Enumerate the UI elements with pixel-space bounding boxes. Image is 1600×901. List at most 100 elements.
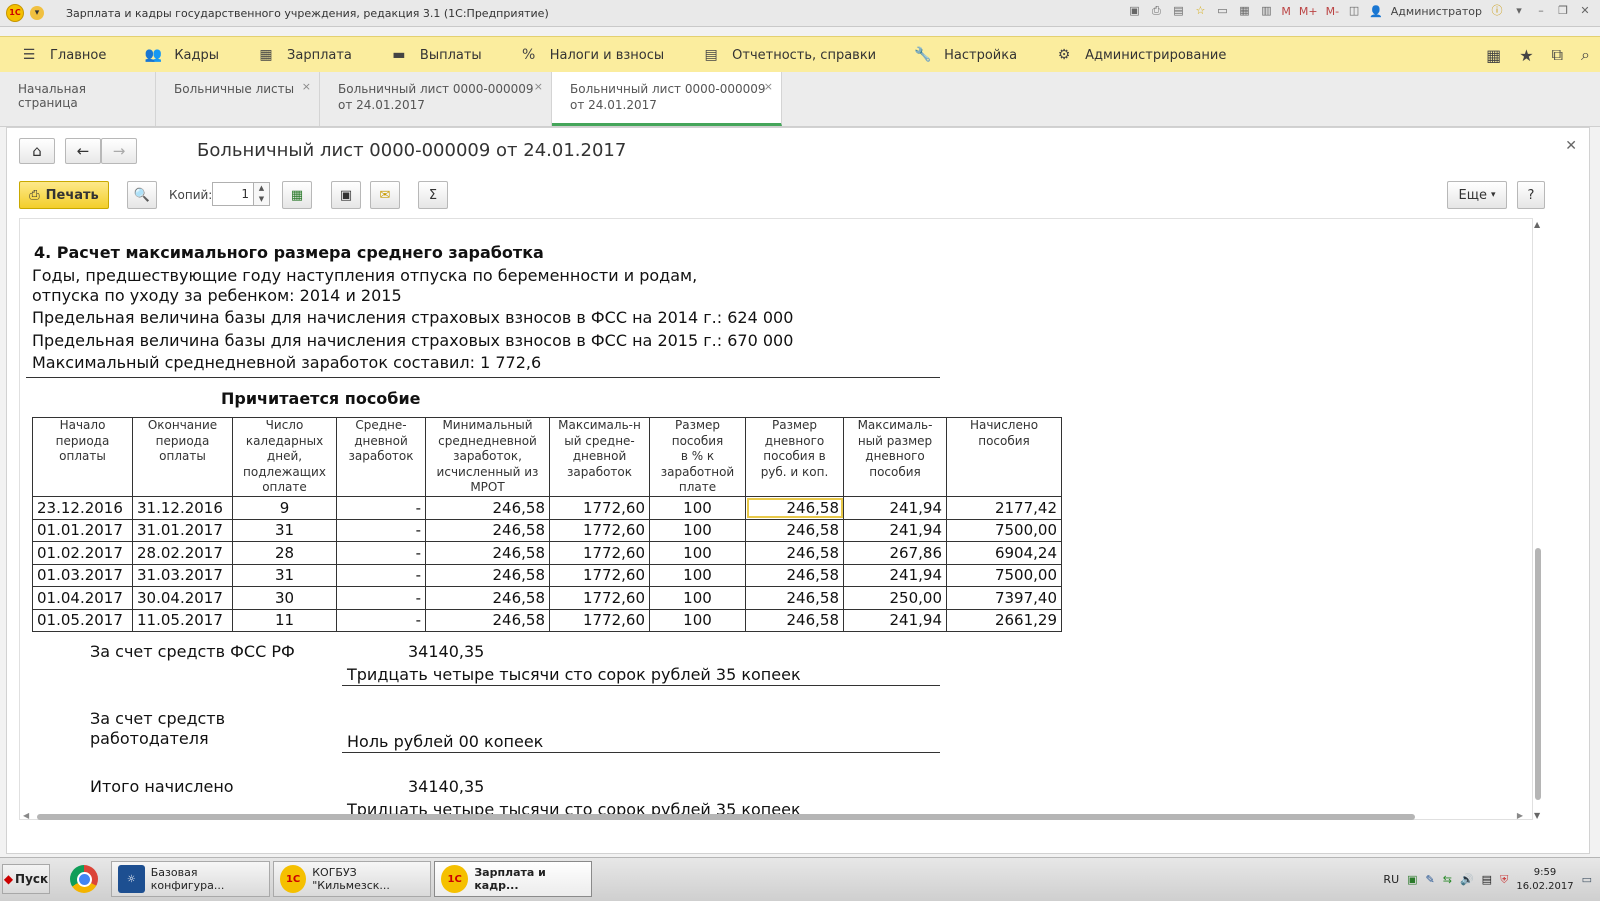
section-reports[interactable]: ▤ Отчетность, справки: [692, 37, 886, 73]
memory-mplus-button[interactable]: M+: [1299, 5, 1318, 18]
preview-button[interactable]: 🔍: [127, 181, 157, 209]
preview-icon[interactable]: ▤: [1171, 4, 1185, 18]
cell-period-start[interactable]: 01.03.2017: [32, 563, 133, 587]
tab-close-icon[interactable]: ×: [534, 80, 543, 93]
help-button[interactable]: ?: [1517, 181, 1545, 209]
tray-edit-icon[interactable]: ✎: [1426, 873, 1435, 886]
cell-max-daily[interactable]: 1772,60: [549, 586, 650, 610]
vertical-scrollbar[interactable]: ▲ ▼: [1532, 220, 1544, 820]
tray-security-icon[interactable]: ⛨: [1500, 873, 1508, 887]
restore-icon[interactable]: ❐: [1556, 4, 1570, 18]
sum-button[interactable]: Σ: [418, 181, 448, 209]
search-icon[interactable]: ⌕: [1581, 45, 1590, 65]
cell-min-daily[interactable]: 246,58: [425, 496, 550, 520]
cell-period-end[interactable]: 31.01.2017: [132, 518, 233, 542]
history-icon[interactable]: ⧉: [1552, 45, 1563, 65]
cell-avg-daily[interactable]: -: [336, 608, 426, 632]
scroll-left-icon[interactable]: ◀: [23, 811, 29, 820]
language-indicator[interactable]: RU: [1383, 873, 1399, 886]
minimize-icon[interactable]: –: [1534, 4, 1548, 18]
cell-days[interactable]: 30: [232, 586, 337, 610]
spreadsheet-document[interactable]: 4. Расчет максимального размера среднего…: [19, 218, 1533, 820]
cell-avg-daily[interactable]: -: [336, 563, 426, 587]
taskbar-item-base-config[interactable]: ☼ Базовая конфигура...: [111, 861, 270, 897]
cell-percent[interactable]: 100: [649, 518, 746, 542]
forward-button[interactable]: →: [101, 138, 137, 164]
main-menu-dropdown-icon[interactable]: ▾: [30, 6, 44, 20]
start-button[interactable]: ◆ Пуск: [2, 864, 50, 894]
info-icon[interactable]: ⓘ: [1490, 4, 1504, 18]
taskbar-item-kogbuz[interactable]: 1C КОГБУЗ "Кильмезск...: [273, 861, 431, 897]
cell-period-start[interactable]: 01.05.2017: [32, 608, 133, 632]
more-button[interactable]: Еще ▾: [1447, 181, 1507, 209]
cell-max-benefit[interactable]: 241,94: [843, 496, 947, 520]
save-button[interactable]: ▣: [331, 181, 361, 209]
cell-avg-daily[interactable]: -: [336, 496, 426, 520]
chevron-down-icon[interactable]: ▾: [1512, 4, 1526, 18]
cell-daily-benefit[interactable]: 246,58: [745, 586, 844, 610]
scroll-up-icon[interactable]: ▲: [1534, 220, 1540, 229]
1c-logo-icon[interactable]: 1C: [6, 4, 24, 22]
cell-max-daily[interactable]: 1772,60: [549, 608, 650, 632]
home-button[interactable]: ⌂: [19, 138, 55, 164]
tab-close-icon[interactable]: ×: [764, 80, 773, 93]
panels-icon[interactable]: ◫: [1347, 4, 1361, 18]
cell-days[interactable]: 31: [232, 518, 337, 542]
cell-period-start[interactable]: 01.02.2017: [32, 541, 133, 565]
scroll-right-icon[interactable]: ▶: [1517, 811, 1523, 820]
cell-percent[interactable]: 100: [649, 541, 746, 565]
cell-percent[interactable]: 100: [649, 563, 746, 587]
calculator-icon[interactable]: ▦: [1237, 4, 1251, 18]
tab-sick-leave-print[interactable]: Больничный лист 0000-000009 от 24.01.201…: [552, 72, 782, 126]
cell-accrued[interactable]: 2177,42: [946, 496, 1062, 520]
cell-period-start[interactable]: 01.04.2017: [32, 586, 133, 610]
cell-percent[interactable]: 100: [649, 586, 746, 610]
cell-min-daily[interactable]: 246,58: [425, 608, 550, 632]
favorites-star-icon[interactable]: ★: [1519, 46, 1533, 65]
cell-daily-benefit[interactable]: 246,58: [745, 541, 844, 565]
cell-period-end[interactable]: 28.02.2017: [132, 541, 233, 565]
section-main[interactable]: ☰ Главное: [10, 37, 116, 73]
cell-max-daily[interactable]: 1772,60: [549, 496, 650, 520]
cell-max-benefit[interactable]: 241,94: [843, 608, 947, 632]
cell-daily-benefit[interactable]: 246,58: [745, 563, 844, 587]
memory-m-button[interactable]: M: [1281, 5, 1291, 18]
cell-avg-daily[interactable]: -: [336, 586, 426, 610]
memory-mminus-button[interactable]: M-: [1326, 5, 1339, 18]
cell-max-daily[interactable]: 1772,60: [549, 518, 650, 542]
cell-avg-daily[interactable]: -: [336, 518, 426, 542]
tray-device-icon[interactable]: ▤: [1482, 873, 1492, 886]
cell-max-benefit[interactable]: 267,86: [843, 541, 947, 565]
taskbar-item-salary[interactable]: 1C Зарплата и кадр...: [434, 861, 592, 897]
close-icon[interactable]: ✕: [1578, 4, 1592, 18]
cell-max-benefit[interactable]: 250,00: [843, 586, 947, 610]
cell-min-daily[interactable]: 246,58: [425, 586, 550, 610]
back-button[interactable]: ←: [65, 138, 101, 164]
cell-min-daily[interactable]: 246,58: [425, 541, 550, 565]
cell-max-benefit[interactable]: 241,94: [843, 518, 947, 542]
cell-daily-benefit[interactable]: 246,58: [745, 518, 844, 542]
tab-sick-leaves[interactable]: Больничные листы ×: [156, 72, 320, 126]
cell-accrued[interactable]: 7500,00: [946, 563, 1062, 587]
copies-input[interactable]: 1: [212, 182, 254, 206]
print-button[interactable]: ⎙ Печать: [19, 181, 109, 209]
cell-avg-daily[interactable]: -: [336, 541, 426, 565]
show-desktop-icon[interactable]: ▭: [1582, 873, 1592, 886]
cell-accrued[interactable]: 7397,40: [946, 586, 1062, 610]
horizontal-scroll-thumb[interactable]: [37, 814, 1415, 820]
cell-max-benefit[interactable]: 241,94: [843, 563, 947, 587]
section-taxes[interactable]: % Налоги и взносы: [510, 37, 674, 73]
cell-accrued[interactable]: 6904,24: [946, 541, 1062, 565]
calendar-icon[interactable]: ▥: [1259, 4, 1273, 18]
cell-min-daily[interactable]: 246,58: [425, 518, 550, 542]
section-hr[interactable]: 👥 Кадры: [134, 37, 229, 73]
tab-home[interactable]: Начальная страница: [0, 72, 156, 126]
section-salary[interactable]: ▦ Зарплата: [247, 37, 362, 73]
tab-sick-leave-doc[interactable]: Больничный лист 0000-000009 от 24.01.201…: [320, 72, 552, 126]
scroll-down-icon[interactable]: ▼: [1534, 811, 1540, 820]
network-icon[interactable]: ⇆: [1443, 873, 1452, 886]
clock[interactable]: 9:59 16.02.2017: [1516, 866, 1573, 894]
tray-app-icon[interactable]: ▣: [1407, 873, 1417, 886]
cell-period-end[interactable]: 30.04.2017: [132, 586, 233, 610]
link-icon[interactable]: ▭: [1215, 4, 1229, 18]
